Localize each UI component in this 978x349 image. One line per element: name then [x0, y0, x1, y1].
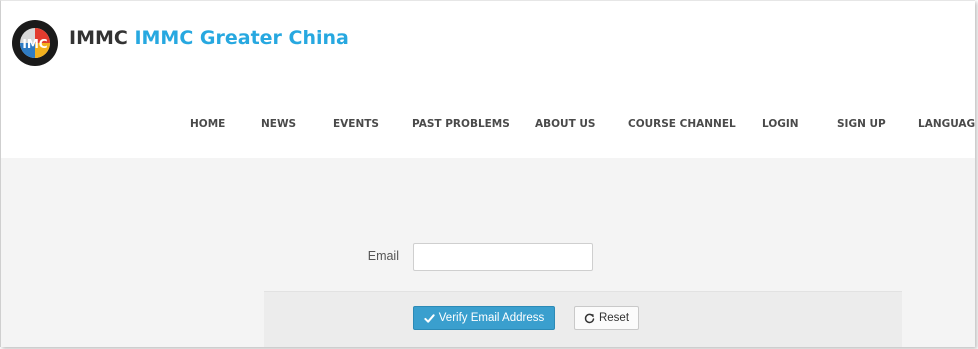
nav-language[interactable]: LANGUAGE — [918, 118, 975, 130]
email-label: Email — [367, 249, 399, 263]
site-title[interactable]: IMMC IMMC Greater China — [69, 27, 349, 49]
nav-course-channel[interactable]: COURSE CHANNEL — [628, 118, 736, 130]
verify-email-button[interactable]: Verify Email Address — [413, 306, 555, 330]
svg-text:IMC: IMC — [22, 37, 47, 51]
nav-events[interactable]: EVENTS — [333, 118, 379, 130]
page-frame: IMC IMMC IMMC Greater China HOME NEWS EV… — [0, 0, 975, 347]
nav-login[interactable]: LOGIN — [762, 118, 799, 130]
nav-sign-up[interactable]: SIGN UP — [837, 118, 886, 130]
main-nav: HOME NEWS EVENTS PAST PROBLEMS ABOUT US … — [1, 118, 975, 132]
email-input[interactable] — [413, 243, 593, 271]
reset-button[interactable]: Reset — [574, 306, 639, 330]
check-icon — [424, 313, 435, 324]
nav-home[interactable]: HOME — [190, 118, 225, 130]
nav-about-us[interactable]: ABOUT US — [535, 118, 596, 130]
site-title-prefix: IMMC — [69, 27, 128, 49]
site-title-name: IMMC Greater China — [134, 27, 349, 49]
nav-past-problems[interactable]: PAST PROBLEMS — [412, 118, 510, 130]
logo-emblem-icon: IMC — [12, 20, 58, 66]
nav-news[interactable]: NEWS — [261, 118, 296, 130]
refresh-icon — [584, 313, 595, 324]
reset-label: Reset — [598, 312, 630, 324]
verify-email-label: Verify Email Address — [438, 312, 545, 324]
site-logo[interactable]: IMC — [11, 19, 59, 67]
